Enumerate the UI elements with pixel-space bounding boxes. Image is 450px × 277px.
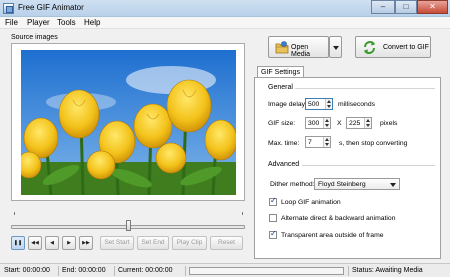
loop-gif-label: Loop GIF animation (281, 199, 341, 206)
app-icon (3, 3, 14, 14)
max-time-input[interactable]: 7 (305, 136, 331, 148)
status-bar: Start: 00:00:00 End: 00:00:00 Current: 0… (0, 263, 450, 277)
source-preview (11, 43, 245, 201)
tulips-photo (21, 50, 236, 195)
loop-gif-checkbox[interactable] (269, 196, 277, 206)
seek-slider-thumb[interactable] (125, 220, 131, 231)
general-group-title: General (268, 84, 293, 91)
gif-width-input[interactable]: 300 (305, 117, 331, 129)
set-end-button[interactable]: Set End (137, 236, 169, 250)
menu-player[interactable]: Player (27, 18, 50, 27)
next-frame-button[interactable]: ▶ (62, 236, 76, 250)
size-separator: X (337, 120, 342, 127)
status-separator (348, 266, 349, 276)
dither-method-select[interactable]: Floyd Steinberg (314, 178, 400, 190)
image-delay-unit: milliseconds (338, 101, 376, 108)
gif-height-value: 225 (349, 119, 361, 127)
alternate-animation-label: Alternate direct & backward animation (281, 215, 396, 222)
spinner-arrows-icon[interactable] (323, 118, 330, 128)
image-delay-value: 500 (308, 100, 320, 108)
dither-method-label: Dither method: (270, 181, 315, 188)
convert-to-gif-label: Convert to GIF (383, 44, 429, 51)
image-delay-label: Image delay: (268, 101, 307, 108)
open-media-dropdown[interactable] (329, 36, 342, 58)
open-media-label: Open Media (291, 44, 311, 58)
transparent-area-checkbox[interactable] (269, 229, 277, 239)
status-separator (185, 266, 186, 276)
set-start-button[interactable]: Set Start (100, 236, 134, 250)
max-time-unit: s, then stop converting (339, 140, 408, 147)
open-media-button[interactable]: Open Media (268, 36, 329, 58)
dither-method-value: Floyd Steinberg (318, 181, 366, 188)
menu-help[interactable]: Help (84, 18, 100, 27)
spinner-arrows-icon[interactable] (325, 99, 332, 109)
menu-tools[interactable]: Tools (57, 18, 76, 27)
gif-size-unit: pixels (380, 120, 398, 127)
advanced-group-title: Advanced (268, 161, 300, 168)
current-time: Current: 00:00:00 (118, 267, 173, 274)
max-time-value: 7 (308, 138, 312, 146)
end-time: End: 00:00:00 (62, 267, 106, 274)
reset-button[interactable]: Reset (210, 236, 243, 250)
tick-mark (14, 212, 15, 215)
status-message: Status: Awaiting Media (352, 267, 423, 274)
gif-height-input[interactable]: 225 (346, 117, 372, 129)
transparent-area-label: Transparent area outside of frame (281, 232, 384, 239)
convert-to-gif-button[interactable]: Convert to GIF (355, 36, 431, 58)
gif-width-value: 300 (308, 119, 320, 127)
previous-frame-button[interactable]: ◀ (45, 236, 59, 250)
convert-arrows-icon (364, 41, 375, 54)
group-divider (302, 165, 435, 166)
spinner-arrows-icon[interactable] (323, 137, 330, 147)
folder-icon (275, 41, 289, 54)
status-separator (58, 266, 59, 276)
start-time: Start: 00:00:00 (4, 267, 50, 274)
play-clip-button[interactable]: Play Clip (172, 236, 207, 250)
maximize-button[interactable]: □ (395, 0, 417, 14)
source-images-label: Source images (11, 34, 58, 41)
chevron-down-icon (390, 183, 396, 187)
first-frame-button[interactable]: ◀◀ (28, 236, 42, 250)
last-frame-button[interactable]: ▶▶ (79, 236, 93, 250)
status-separator (114, 266, 115, 276)
spinner-arrows-icon[interactable] (364, 118, 371, 128)
pause-button[interactable]: ❚❚ (11, 236, 25, 250)
alternate-animation-checkbox[interactable] (269, 214, 277, 222)
gif-size-label: GIF size: (268, 120, 296, 127)
menu-bar: File Player Tools Help (0, 17, 450, 29)
window-title: Free GIF Animator (18, 3, 84, 12)
image-delay-input[interactable]: 500 (305, 98, 333, 110)
close-button[interactable]: ✕ (417, 0, 448, 14)
conversion-progress-bar (189, 267, 344, 275)
tick-mark (242, 212, 243, 215)
title-bar: Free GIF Animator – □ ✕ (0, 0, 450, 17)
minimize-button[interactable]: – (371, 0, 395, 14)
app-window: Free GIF Animator – □ ✕ File Player Tool… (0, 0, 450, 277)
max-time-label: Max. time: (268, 140, 300, 147)
menu-file[interactable]: File (5, 18, 18, 27)
group-divider (295, 88, 435, 89)
